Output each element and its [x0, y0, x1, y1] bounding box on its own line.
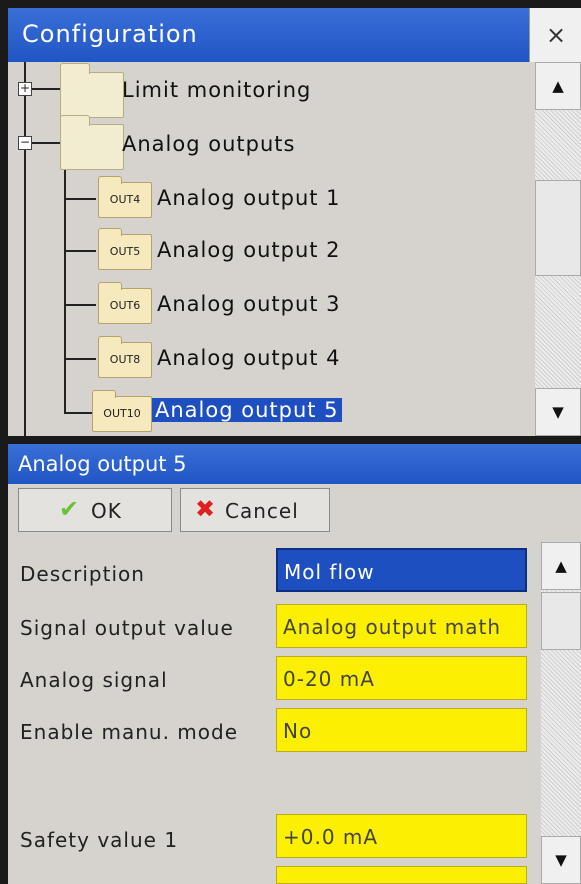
close-button[interactable]: ×: [529, 8, 581, 62]
tree-node-analog-outputs[interactable]: Analog outputs: [122, 132, 295, 156]
close-icon: ×: [545, 21, 567, 49]
description-label: Description: [20, 562, 145, 586]
scroll-thumb[interactable]: [541, 592, 581, 650]
next-field-partial[interactable]: [276, 866, 527, 884]
config-title-bar: Configuration: [8, 8, 529, 62]
folder-icon: [60, 115, 124, 170]
scroll-down-button[interactable]: ▼: [535, 388, 581, 436]
folder-icon: OUT6: [98, 282, 152, 324]
config-tree: + Limit monitoring − Analog outputs OUT4…: [8, 62, 535, 436]
configuration-window: Configuration × + Limit monitoring − Ana…: [8, 8, 581, 436]
folder-icon: [60, 63, 124, 118]
scroll-up-button[interactable]: ▲: [535, 62, 581, 110]
analog-signal-field[interactable]: 0-20 mA: [276, 656, 527, 700]
tree-item-analog-output-2[interactable]: Analog output 2: [154, 238, 344, 262]
checkmark-icon: ✔: [59, 495, 81, 523]
tree-line: [64, 198, 96, 200]
folder-icon: OUT5: [98, 228, 152, 270]
dialog-scrollbar[interactable]: ▲ ▼: [541, 542, 581, 884]
x-icon: ✖: [195, 495, 217, 523]
tree-item-analog-output-4[interactable]: Analog output 4: [154, 346, 344, 370]
scroll-down-button[interactable]: ▼: [541, 836, 581, 884]
scroll-up-button[interactable]: ▲: [541, 542, 581, 590]
safety-value-1-label: Safety value 1: [20, 828, 179, 852]
tree-node-limit-monitoring[interactable]: Limit monitoring: [122, 78, 311, 102]
tree-line: [24, 62, 26, 436]
enable-manual-mode-field[interactable]: No: [276, 708, 527, 752]
tree-item-analog-output-3[interactable]: Analog output 3: [154, 292, 344, 316]
tree-line: [32, 142, 62, 144]
collapse-analog-outputs-icon[interactable]: −: [18, 136, 32, 150]
ok-label: OK: [91, 499, 122, 523]
analog-signal-label: Analog signal: [20, 668, 168, 692]
tree-line: [64, 250, 96, 252]
folder-icon: OUT10: [92, 390, 152, 432]
enable-manual-mode-label: Enable manu. mode: [20, 720, 239, 744]
safety-value-1-field[interactable]: +0.0 mA: [276, 814, 527, 858]
ok-button[interactable]: ✔ OK: [18, 488, 172, 532]
scroll-thumb[interactable]: [535, 180, 581, 276]
tree-line: [32, 88, 62, 90]
analog-output-dialog: Analog output 5 ✔ OK ✖ Cancel Descriptio…: [8, 444, 581, 884]
signal-output-value-field[interactable]: Analog output math: [276, 604, 527, 648]
cancel-label: Cancel: [225, 499, 299, 523]
dialog-title: Analog output 5: [18, 452, 187, 476]
description-field[interactable]: Mol flow: [276, 548, 527, 592]
expand-limit-monitoring-icon[interactable]: +: [18, 82, 32, 96]
dialog-title-bar: Analog output 5: [8, 444, 581, 484]
tree-item-analog-output-1[interactable]: Analog output 1: [154, 186, 344, 210]
tree-item-analog-output-5[interactable]: Analog output 5: [152, 398, 342, 422]
tree-line: [64, 358, 96, 360]
cancel-button[interactable]: ✖ Cancel: [180, 488, 330, 532]
config-title: Configuration: [22, 20, 198, 48]
signal-output-value-label: Signal output value: [20, 616, 234, 640]
folder-icon: OUT4: [98, 176, 152, 218]
folder-icon: OUT8: [98, 336, 152, 378]
tree-line: [64, 304, 96, 306]
tree-scrollbar[interactable]: ▲ ▼: [535, 62, 581, 436]
